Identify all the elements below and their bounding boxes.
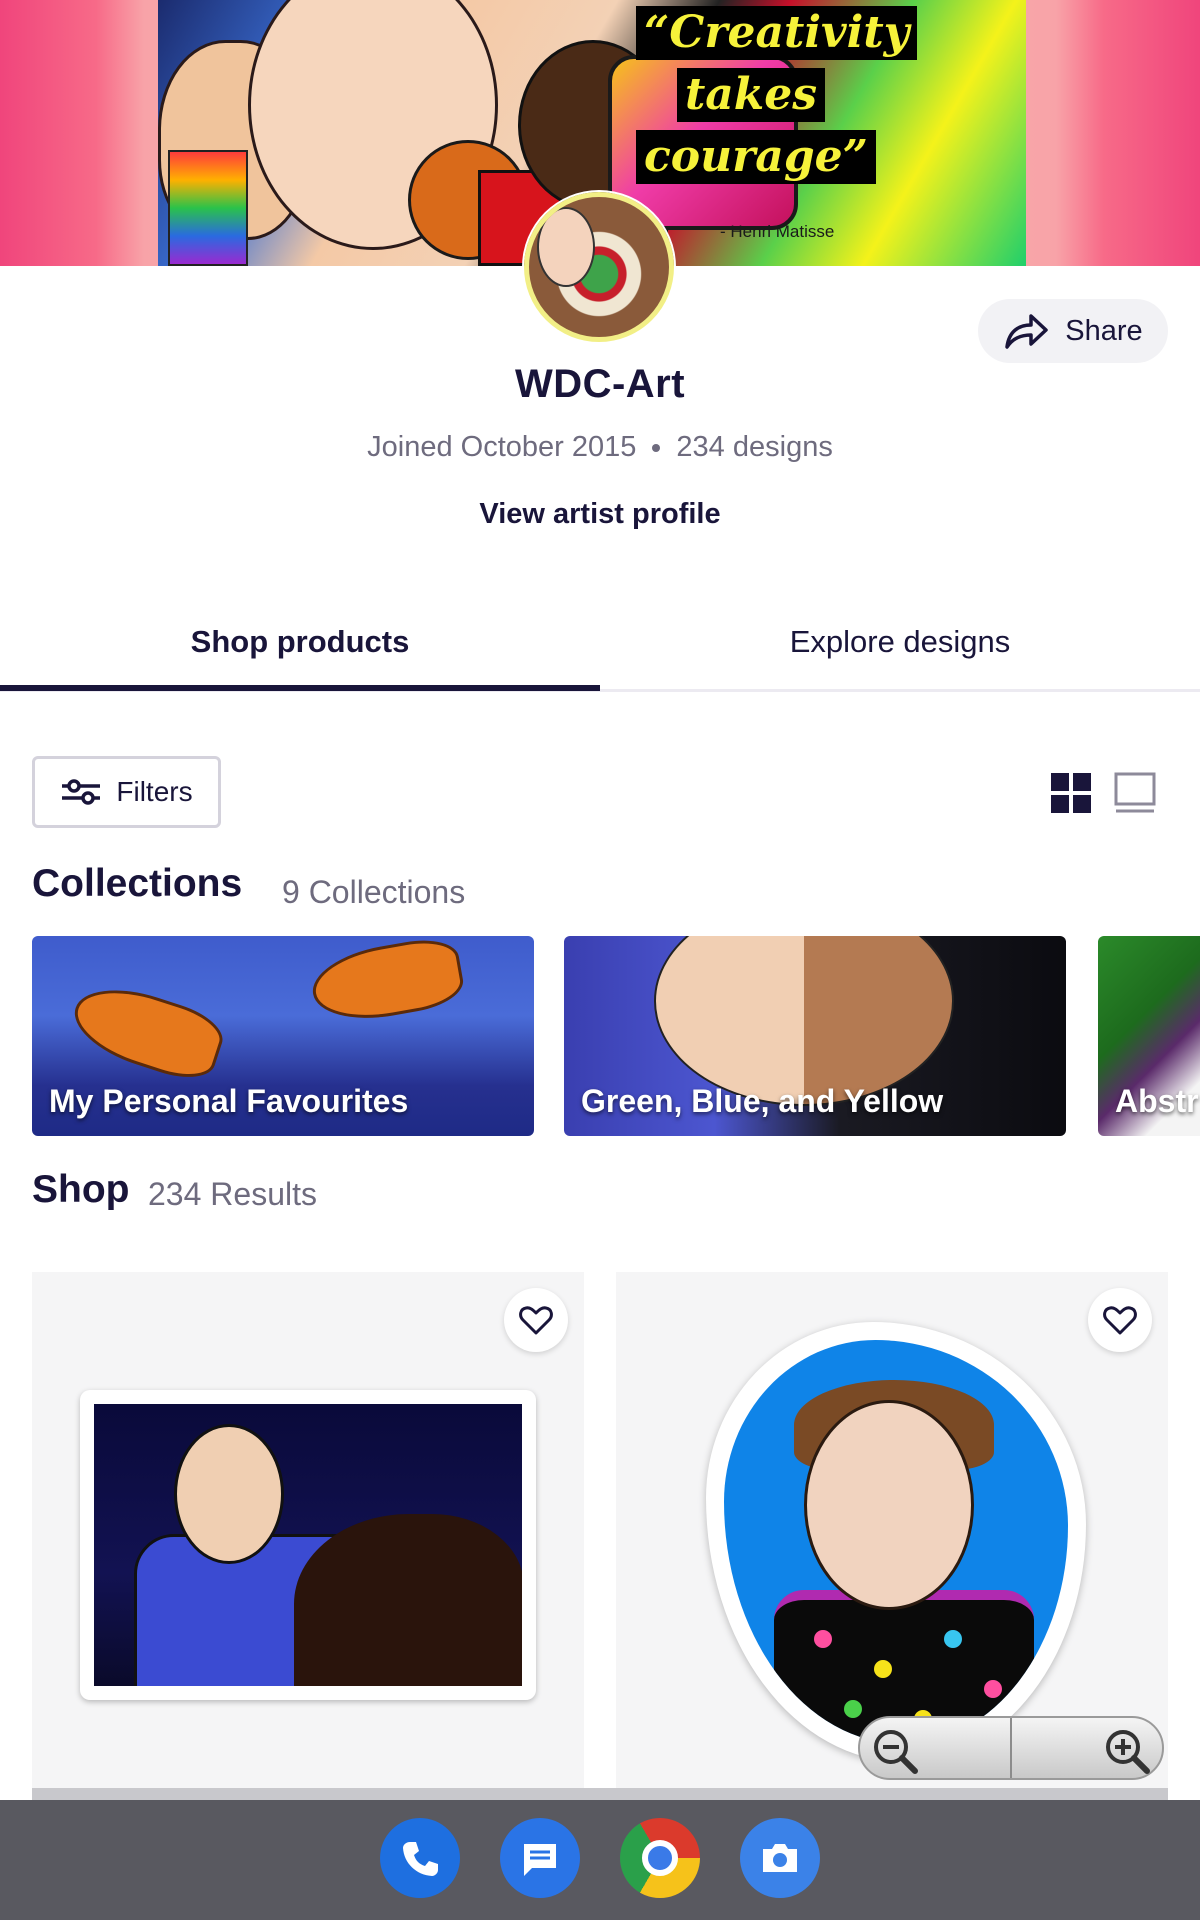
joined-date: Joined October 2015 <box>367 431 637 463</box>
app-dock <box>0 1800 1200 1920</box>
banner-quote: “Creativity takes courage” <box>636 6 918 192</box>
collection-card[interactable]: My Personal Favourites <box>32 936 534 1136</box>
shop-results-count: 234 Results <box>148 1176 317 1212</box>
single-view-icon[interactable] <box>1114 772 1156 814</box>
artist-name: WDC-Art <box>514 362 686 406</box>
chrome-icon[interactable] <box>620 1818 700 1898</box>
phone-icon[interactable] <box>380 1818 460 1898</box>
grid-view-icon[interactable] <box>1050 772 1092 814</box>
tab-explore-designs[interactable]: Explore designs <box>600 624 1200 660</box>
product-image <box>706 1322 1086 1762</box>
heart-icon <box>1103 1306 1137 1335</box>
separator-dot <box>652 444 661 453</box>
share-icon <box>1005 314 1049 349</box>
heart-icon <box>519 1306 553 1335</box>
zoom-in-icon <box>1106 1730 1150 1774</box>
quote-author: - Henri Matisse <box>720 222 835 241</box>
loading-strip <box>32 1788 1168 1800</box>
zoom-in-button[interactable] <box>1010 1718 1162 1778</box>
collection-label: Abstr <box>1115 1083 1199 1119</box>
sliders-icon <box>62 779 101 805</box>
artist-avatar[interactable] <box>524 192 674 342</box>
collection-label: Green, Blue, and Yellow <box>581 1083 944 1119</box>
active-tab-indicator <box>0 685 600 691</box>
collections-count: 9 Collections <box>282 874 466 910</box>
zoom-control <box>858 1716 1164 1780</box>
collection-label: My Personal Favourites <box>49 1083 409 1119</box>
product-card[interactable] <box>32 1272 584 1812</box>
camera-icon[interactable] <box>740 1818 820 1898</box>
tab-bar: Shop products Explore designs <box>0 614 1200 692</box>
collection-card[interactable]: Abstr <box>1098 936 1200 1136</box>
share-label: Share <box>1065 314 1143 347</box>
zoom-out-button[interactable] <box>860 1718 1010 1778</box>
design-count: 234 designs <box>676 431 833 463</box>
product-image <box>80 1390 536 1700</box>
favorite-button[interactable] <box>504 1288 568 1352</box>
filters-label: Filters <box>116 776 193 807</box>
collection-card[interactable]: Green, Blue, and Yellow <box>564 936 1066 1136</box>
tab-shop-products[interactable]: Shop products <box>0 624 600 660</box>
messages-icon[interactable] <box>500 1818 580 1898</box>
view-artist-profile-link[interactable]: View artist profile <box>0 498 1200 531</box>
shop-heading: Shop <box>32 1168 130 1211</box>
zoom-out-icon <box>874 1730 918 1774</box>
share-button[interactable]: Share <box>978 299 1168 363</box>
artist-meta: Joined October 2015 234 designs <box>0 431 1200 464</box>
favorite-button[interactable] <box>1088 1288 1152 1352</box>
filters-button[interactable]: Filters <box>32 756 221 828</box>
collections-heading: Collections <box>32 862 243 905</box>
